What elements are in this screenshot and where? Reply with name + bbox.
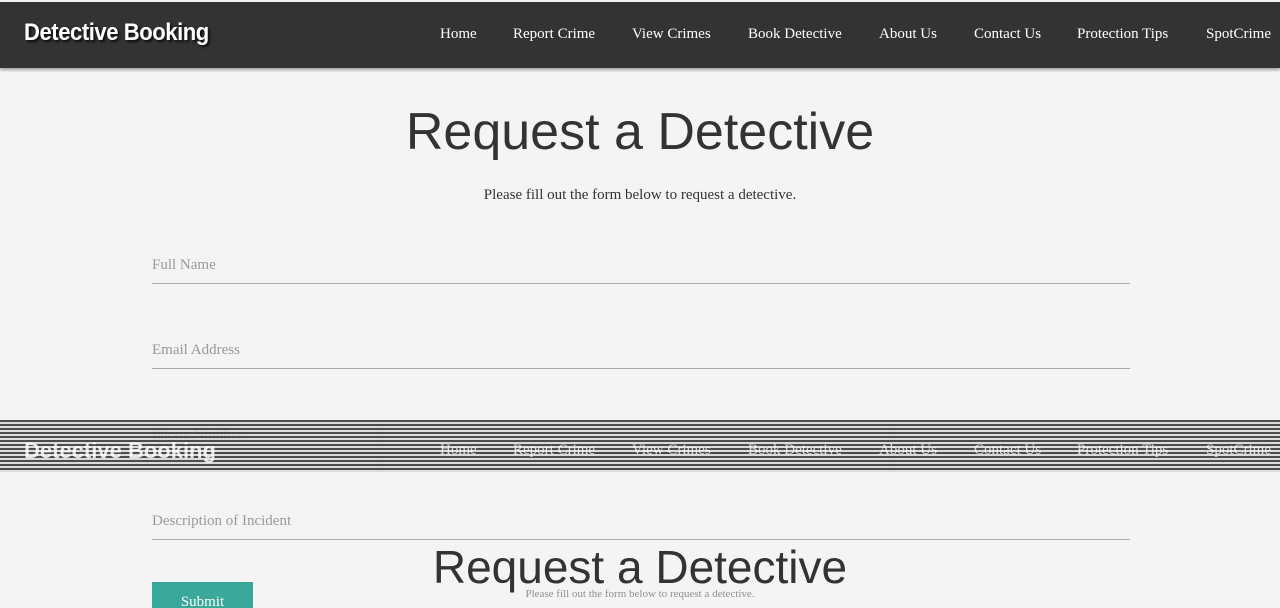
- glitch-nav-report-crime: Report Crime: [513, 442, 596, 458]
- glitch-nav-about-us: About Us: [879, 442, 937, 458]
- nav-link-home[interactable]: Home: [440, 26, 477, 43]
- nav-links: Home Report Crime View Crimes Book Detec…: [0, 2, 1280, 68]
- email-input[interactable]: [152, 333, 1130, 369]
- nav-link-about-us[interactable]: About Us: [879, 26, 937, 43]
- glitch-brand: Detective Booking: [24, 438, 216, 463]
- nav-link-view-crimes[interactable]: View Crimes: [632, 26, 711, 43]
- full-name-input[interactable]: [152, 248, 1130, 284]
- nav-link-spotcrime[interactable]: SpotCrime: [1206, 26, 1271, 43]
- glitch-nav-view-crimes: View Crimes: [632, 442, 711, 458]
- nav-link-contact-us[interactable]: Contact Us: [974, 26, 1041, 43]
- glitch-nav-contact-us: Contact Us: [974, 442, 1042, 458]
- navbar: Detective Booking Home Report Crime View…: [0, 2, 1280, 68]
- glitch-nav-home: Home: [440, 442, 477, 458]
- description-input[interactable]: [152, 504, 1130, 540]
- glitch-nav-spotcrime: SpotCrime: [1206, 442, 1272, 458]
- nav-link-report-crime[interactable]: Report Crime: [513, 26, 595, 43]
- page-title: Request a Detective: [405, 103, 875, 161]
- nav-link-protection-tips[interactable]: Protection Tips: [1077, 26, 1168, 43]
- glitch-nav-protection-tips: Protection Tips: [1077, 442, 1169, 458]
- page-subtitle: Please fill out the form below to reques…: [483, 187, 797, 203]
- glitch-nav-book-detective: Book Detective: [748, 442, 842, 458]
- submit-button[interactable]: Submit: [152, 582, 253, 608]
- nav-link-book-detective[interactable]: Book Detective: [748, 26, 842, 43]
